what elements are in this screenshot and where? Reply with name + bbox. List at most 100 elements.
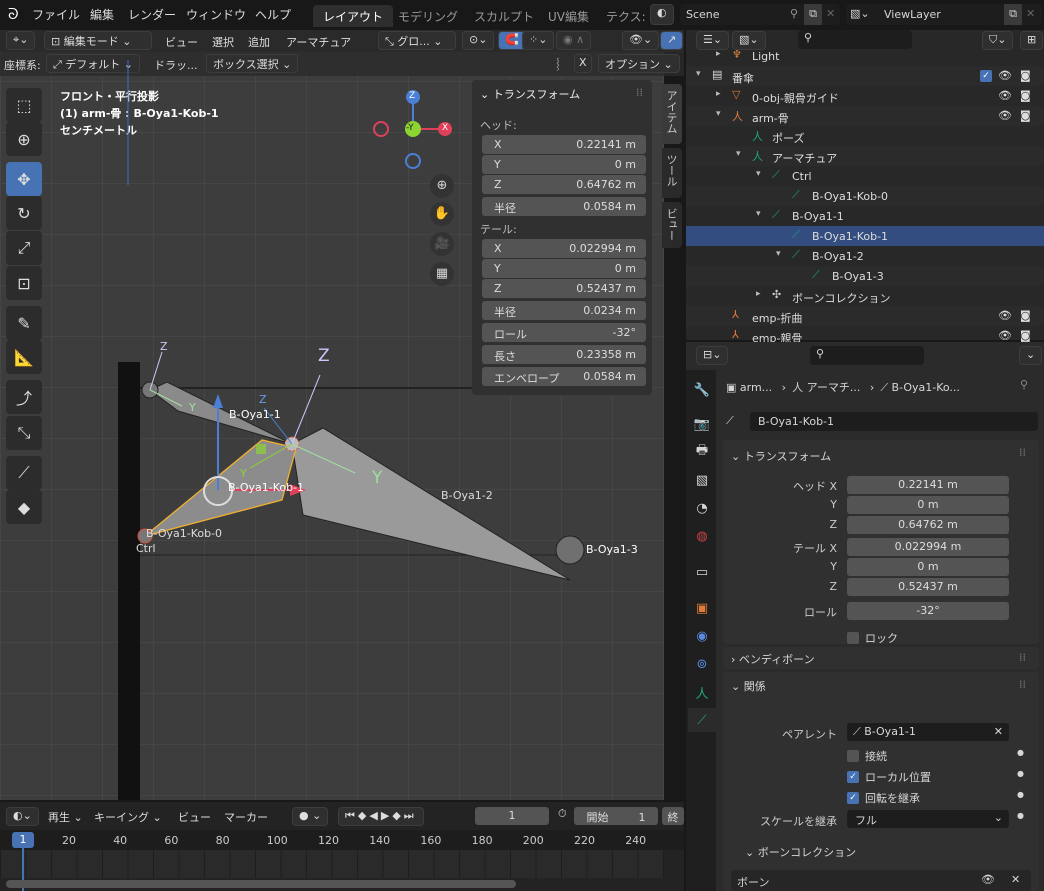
editor-type-icon[interactable]: ◐⌄ <box>6 807 39 826</box>
camera-render-icon[interactable]: ◙ <box>1020 309 1031 322</box>
drag-handle-icon[interactable]: ⁞⁞ <box>1019 678 1026 691</box>
tab-texture[interactable]: テクス: <box>596 5 656 27</box>
pan-hand-icon[interactable]: ✋ <box>430 202 454 226</box>
pin-icon[interactable]: ⚲ <box>790 7 798 20</box>
next-keyframe-icon[interactable]: ◆ <box>392 809 403 822</box>
disclosure-triangle-icon[interactable]: ▾ <box>716 109 721 119</box>
outliner-item[interactable]: ▸ ✣ ボーンコレクション <box>686 286 1044 306</box>
menu-view[interactable]: ビュー <box>178 809 211 825</box>
keyframe-dot-icon[interactable]: ● <box>1017 769 1024 778</box>
menu-marker[interactable]: マーカー <box>224 809 268 825</box>
panel-header[interactable]: ⌄ トランスフォーム <box>480 86 580 102</box>
outliner-item[interactable]: 人ポーズ <box>686 126 1044 146</box>
menu-file[interactable]: ファイル <box>32 6 80 23</box>
view-layer-icon[interactable]: ▧⌄ <box>850 7 870 20</box>
editor-type-icon[interactable]: ⊟⌄ <box>696 346 729 365</box>
timeline-area[interactable] <box>0 850 664 878</box>
remove-icon[interactable]: ✕ <box>1011 873 1020 886</box>
outliner-item[interactable]: ▾ ⟋ B-Oya1-2 <box>686 246 1044 266</box>
tail-field[interactable]: 0.022994 m <box>847 538 1009 556</box>
outliner-item[interactable]: ▸ ▽ 0-obj-親骨ガイド 👁 ◙ <box>686 86 1044 106</box>
render-tab-icon[interactable]: 📷 <box>690 412 714 436</box>
clear-icon[interactable]: ✕ <box>994 725 1003 738</box>
prev-keyframe-icon[interactable]: ◆ <box>358 809 369 822</box>
menu-keying[interactable]: キーイング ⌄ <box>94 809 162 825</box>
blender-logo-icon[interactable]: ᘐ <box>8 5 19 23</box>
disclosure-triangle-icon[interactable]: ▸ <box>756 289 761 299</box>
keyframe-dot-icon[interactable]: ● <box>1017 748 1024 757</box>
view-layer-tab-icon[interactable]: ▧ <box>690 468 714 492</box>
exclude-checkbox[interactable]: ✓ <box>980 70 992 82</box>
outliner-item[interactable]: ⅄ emp-折曲 👁 ◙ <box>686 306 1044 326</box>
eye-icon[interactable]: 👁 <box>998 329 1012 342</box>
panel-header[interactable]: ⌄ トランスフォーム <box>731 448 831 464</box>
scene-selector-icon[interactable]: ◐ <box>650 4 674 25</box>
envelope-field[interactable]: エンベロープ 0.0584 m <box>482 367 646 386</box>
tool-tab-icon[interactable]: 🔧 <box>690 378 714 402</box>
armature-data-tab-icon[interactable]: 人 <box>690 680 714 704</box>
menu-edit[interactable]: 編集 <box>90 6 114 23</box>
menu-playback[interactable]: 再生 ⌄ <box>48 809 83 825</box>
tail-field[interactable]: 0.52437 m <box>847 578 1009 596</box>
outliner-item[interactable]: ⟋ B-Oya1-3 <box>686 266 1044 286</box>
close-icon[interactable]: ✕ <box>1026 7 1035 20</box>
zoom-icon[interactable]: ⊕ <box>430 174 454 198</box>
end-frame-field[interactable]: 終 <box>662 807 684 825</box>
panel-header[interactable]: › ベンディボーン <box>731 651 815 667</box>
head-field[interactable]: 0.64762 m <box>847 516 1009 534</box>
outliner-item[interactable]: ▾ 人 arm-骨 👁 ◙ <box>686 106 1044 126</box>
outliner-item[interactable]: ▾ 人アーマチュア <box>686 146 1044 166</box>
new-view-layer-icon[interactable]: ⧉ <box>1004 4 1022 25</box>
disclosure-triangle-icon[interactable]: ▾ <box>756 169 761 179</box>
tail-z-field[interactable]: Z 0.52437 m <box>482 279 646 298</box>
play-icon[interactable]: ▶ <box>381 809 392 822</box>
grid-icon[interactable]: ▦ <box>430 262 454 286</box>
output-tab-icon[interactable]: 🖶 <box>690 440 714 464</box>
drag-handle-icon[interactable]: ⁞⁞ <box>1019 651 1026 664</box>
camera-render-icon[interactable]: ◙ <box>1020 109 1031 122</box>
disclosure-triangle-icon[interactable]: ▾ <box>696 69 701 79</box>
bone-collections-header[interactable]: ⌄ ボーンコレクション <box>745 844 856 860</box>
outliner-item[interactable]: ▾ ⟋ Ctrl <box>686 166 1044 186</box>
bendy-bones-panel[interactable]: › ベンディボーン ⁞⁞ <box>723 647 1039 669</box>
options-chevron-icon[interactable]: ⌄ <box>1019 346 1043 365</box>
eye-icon[interactable]: 👁 <box>998 69 1012 82</box>
jump-start-icon[interactable]: ⏮ <box>345 809 358 822</box>
outliner-item[interactable]: ▾ ▤ 番傘 👁 ◙ ✓ <box>686 66 1044 86</box>
head-field[interactable]: 0 m <box>847 496 1009 514</box>
roll-field[interactable]: -32° <box>847 602 1009 620</box>
disclosure-triangle-icon[interactable]: ▾ <box>776 249 781 259</box>
new-scene-icon[interactable]: ⧉ <box>804 4 822 25</box>
object-tab-icon[interactable]: ▣ <box>690 596 714 620</box>
play-reverse-icon[interactable]: ◀ <box>369 809 380 822</box>
physics-tab-icon[interactable]: ◉ <box>690 624 714 648</box>
connected-checkbox[interactable] <box>847 750 859 762</box>
outliner-item[interactable]: ⟋ B-Oya1-Kob-1 <box>686 226 1044 246</box>
camera-render-icon[interactable]: ◙ <box>1020 69 1031 82</box>
jump-end-icon[interactable]: ⏭ <box>404 809 417 822</box>
outliner-item[interactable]: ⟋ B-Oya1-Kob-0 <box>686 186 1044 206</box>
properties-search-input[interactable]: ⚲ <box>810 346 924 365</box>
tail-x-field[interactable]: X 0.022994 m <box>482 239 646 258</box>
collection-tab-icon[interactable]: ▭ <box>690 560 714 584</box>
parent-field[interactable]: ⟋ B-Oya1-1 ✕ <box>847 723 1009 741</box>
head-x-field[interactable]: X 0.22141 m <box>482 135 646 154</box>
keyframe-dot-icon[interactable]: ● <box>1017 811 1024 820</box>
head-radius-field[interactable]: 半径 0.0584 m <box>482 197 646 216</box>
eye-icon[interactable]: 👁 <box>981 873 995 886</box>
world-tab-icon[interactable]: ◍ <box>690 524 714 548</box>
view-layer-field[interactable]: ▧⌄ ViewLayer ⧉ ✕ <box>846 4 1042 25</box>
bone-name-input[interactable]: B-Oya1-Kob-1 <box>750 412 1038 431</box>
start-frame-field[interactable]: 開始 1 <box>574 807 658 825</box>
tab-uv[interactable]: UV編集 <box>538 5 599 27</box>
local-location-checkbox[interactable]: ✓ <box>847 771 859 783</box>
menu-help[interactable]: ヘルプ <box>255 6 291 23</box>
playhead[interactable]: 1 <box>12 832 34 848</box>
eye-icon[interactable]: 👁 <box>998 109 1012 122</box>
tab-tool[interactable]: ツール <box>662 148 682 198</box>
tab-layout[interactable]: レイアウト <box>313 5 394 27</box>
bone-collection-row[interactable]: ボーン 👁 ✕ <box>731 870 1031 891</box>
head-y-field[interactable]: Y 0 m <box>482 155 646 174</box>
drag-handle-icon[interactable]: ⁞⁞ <box>1019 446 1026 459</box>
inherit-rotation-checkbox[interactable]: ✓ <box>847 792 859 804</box>
